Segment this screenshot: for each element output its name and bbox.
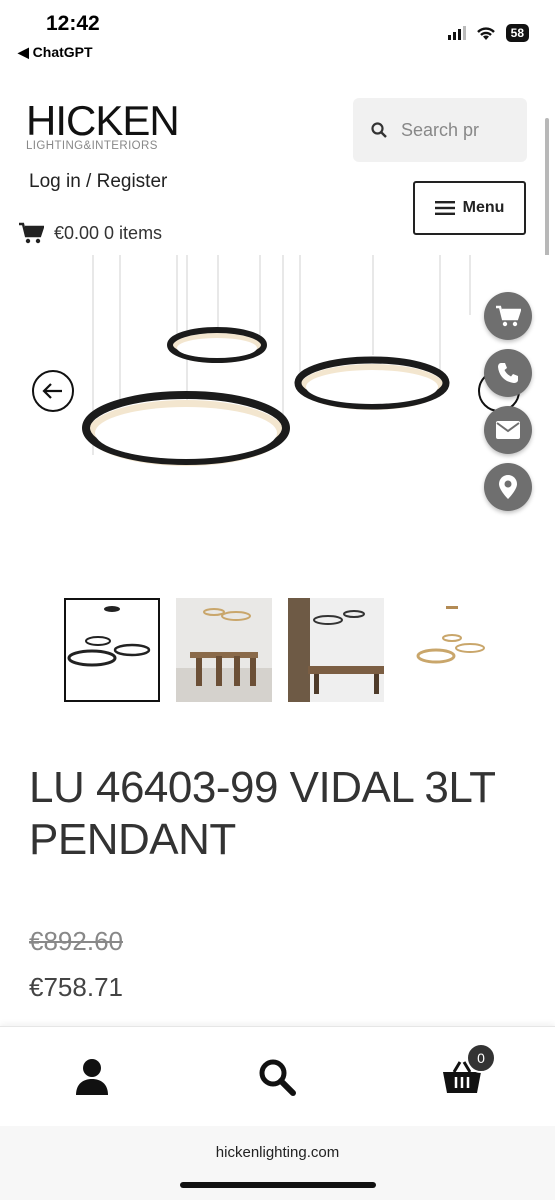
menu-label: Menu	[462, 199, 505, 216]
thumbnail-strip	[64, 598, 496, 702]
product-title: LU 46403-99 VIDAL 3LT PENDANT	[29, 763, 495, 864]
basket-button[interactable]: 0	[440, 1043, 496, 1099]
clock: 12:42	[46, 12, 100, 35]
bottom-nav: 0	[0, 1026, 555, 1126]
arrow-left-icon	[42, 383, 62, 399]
status-bar: 12:42 ◀ ChatGPT 58	[0, 0, 555, 70]
status-icons: 58	[447, 24, 529, 42]
logo-tagline: LIGHTING&INTERIORS	[26, 140, 158, 152]
cart-count-badge: 0	[466, 1043, 496, 1073]
float-location-button[interactable]	[484, 463, 532, 511]
mail-icon	[496, 421, 520, 439]
url-text[interactable]: hickenlighting.com	[0, 1144, 555, 1161]
sale-price: €758.71	[29, 972, 123, 1002]
thumbnail-image	[176, 598, 272, 702]
header-cart-summary[interactable]: €0.00 0 items	[18, 222, 162, 244]
home-indicator[interactable]	[180, 1182, 376, 1188]
search-bar[interactable]	[353, 98, 527, 162]
location-pin-icon	[499, 475, 517, 499]
thumbnail-image	[66, 600, 158, 700]
thumbnail-image	[400, 598, 496, 702]
thumbnail-2[interactable]	[176, 598, 272, 702]
search-icon	[371, 122, 387, 138]
logo-wordmark: HICKEN	[26, 97, 180, 144]
thumbnail-image	[288, 598, 384, 702]
float-email-button[interactable]	[484, 406, 532, 454]
site-logo[interactable]: HICKEN LIGHTING&INTERIORS	[26, 97, 180, 153]
battery-indicator: 58	[505, 24, 529, 42]
cart-icon	[19, 222, 44, 244]
float-phone-button[interactable]	[484, 349, 532, 397]
search-icon	[259, 1059, 296, 1096]
search-nav-button[interactable]	[255, 1055, 299, 1099]
phone-icon	[498, 363, 518, 383]
thumbnail-3[interactable]	[288, 598, 384, 702]
account-button[interactable]	[70, 1055, 114, 1099]
cart-icon	[496, 305, 521, 327]
cart-summary-text: €0.00 0 items	[54, 222, 163, 243]
search-input[interactable]	[401, 119, 501, 141]
menu-button[interactable]: Menu	[413, 181, 526, 235]
gallery-prev-button[interactable]	[32, 370, 74, 412]
thumbnail-1[interactable]	[64, 598, 160, 702]
thumbnail-4[interactable]	[400, 598, 496, 702]
wifi-icon	[476, 26, 495, 40]
login-register-link[interactable]: Log in / Register	[29, 171, 167, 193]
browser-address-bar[interactable]: hickenlighting.com	[0, 1126, 555, 1200]
back-to-app-link[interactable]: ◀ ChatGPT	[18, 44, 93, 61]
hamburger-icon	[434, 201, 455, 215]
original-price: €892.60	[29, 926, 123, 956]
signal-icon	[447, 26, 466, 40]
account-icon	[76, 1059, 108, 1095]
float-cart-button[interactable]	[484, 292, 532, 340]
product-main-image	[0, 255, 555, 555]
